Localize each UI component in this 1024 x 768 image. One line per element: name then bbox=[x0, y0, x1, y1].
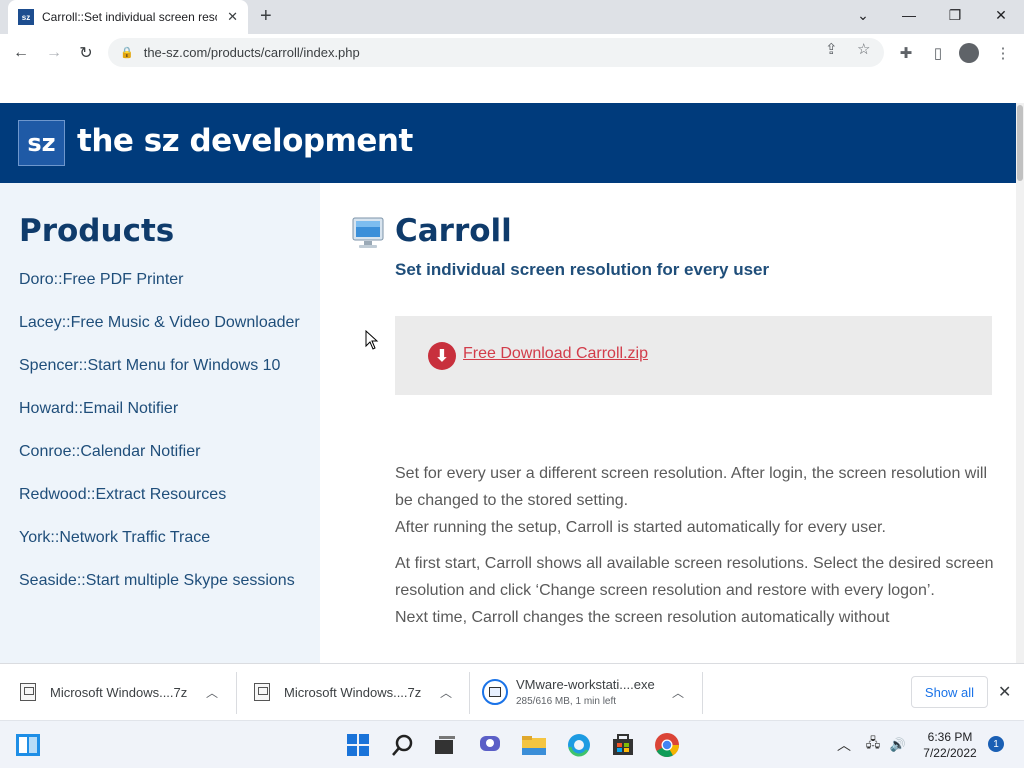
notification-badge[interactable]: 1 bbox=[988, 736, 1004, 752]
task-view-icon[interactable] bbox=[432, 732, 458, 758]
site-favicon-icon: sz bbox=[18, 9, 34, 25]
forward-button[interactable]: → bbox=[43, 42, 65, 64]
product-title: Carroll bbox=[395, 213, 512, 249]
sidebar-heading: Products bbox=[19, 213, 175, 249]
back-button[interactable]: ← bbox=[10, 42, 32, 64]
side-panel-icon[interactable]: ▯ bbox=[927, 42, 949, 64]
product-list: Doro::Free PDF Printer Lacey::Free Music… bbox=[19, 268, 304, 612]
download-progress-icon bbox=[482, 679, 508, 705]
close-tab-icon[interactable]: ✕ bbox=[227, 9, 238, 25]
site-header: sz the sz development bbox=[0, 103, 1016, 183]
products-sidebar: Products Doro::Free PDF Printer Lacey::F… bbox=[0, 183, 320, 663]
browser-tab[interactable]: sz Carroll::Set individual screen reso ✕ bbox=[8, 0, 248, 34]
archive-file-icon bbox=[254, 683, 270, 701]
close-window-button[interactable]: ✕ bbox=[978, 0, 1024, 30]
download-link[interactable]: Free Download Carroll.zip bbox=[463, 345, 648, 363]
reload-button[interactable]: ↻ bbox=[75, 42, 97, 64]
new-tab-button[interactable]: + bbox=[260, 6, 272, 26]
mouse-cursor-icon bbox=[365, 330, 379, 350]
widgets-icon[interactable] bbox=[15, 732, 41, 758]
sidebar-link-howard[interactable]: Howard::Email Notifier bbox=[19, 397, 304, 421]
download-box: ⬇ Free Download Carroll.zip bbox=[395, 316, 992, 395]
product-content: Carroll Set individual screen resolution… bbox=[320, 183, 1016, 663]
browser-toolbar: ← → ↻ 🔒 the-sz.com/products/carroll/inde… bbox=[0, 34, 1024, 72]
download-item[interactable]: VMware-workstati....exe 285/616 MB, 1 mi… bbox=[482, 664, 692, 720]
divider bbox=[702, 672, 703, 714]
restore-button[interactable]: ❐ bbox=[932, 0, 978, 30]
clock-time: 6:36 PM bbox=[927, 730, 973, 744]
minimize-button[interactable]: — bbox=[886, 0, 932, 30]
product-description: Set for every user a different screen re… bbox=[395, 460, 995, 640]
extensions-icon[interactable]: ✚ bbox=[895, 42, 917, 64]
downloads-bar: Microsoft Windows....7z ︿ Microsoft Wind… bbox=[0, 663, 1024, 720]
download-filename: Microsoft Windows....7z bbox=[50, 684, 188, 700]
scrollbar-thumb[interactable] bbox=[1017, 105, 1023, 181]
clock-date: 7/22/2022 bbox=[923, 746, 977, 760]
download-filename: VMware-workstati....exe bbox=[516, 677, 655, 692]
sidebar-link-lacey[interactable]: Lacey::Free Music & Video Downloader bbox=[19, 311, 304, 335]
download-item[interactable]: Microsoft Windows....7z bbox=[254, 664, 464, 720]
download-filename: Microsoft Windows....7z bbox=[284, 684, 422, 700]
tab-strip: sz Carroll::Set individual screen reso ✕… bbox=[0, 0, 1024, 34]
tab-title: Carroll::Set individual screen reso bbox=[42, 10, 217, 24]
sidebar-link-spencer[interactable]: Spencer::Start Menu for Windows 10 bbox=[19, 354, 304, 378]
taskbar-clock[interactable]: 6:36 PM 7/22/2022 bbox=[915, 729, 985, 761]
network-icon[interactable]: 🖧 bbox=[862, 732, 884, 758]
divider bbox=[469, 672, 470, 714]
close-downloads-icon[interactable]: ✕ bbox=[998, 682, 1011, 702]
volume-icon[interactable]: 🔊 bbox=[887, 732, 909, 758]
download-arrow-icon[interactable]: ⬇ bbox=[428, 342, 456, 370]
monitor-icon bbox=[352, 217, 384, 248]
lock-icon[interactable]: 🔒 bbox=[120, 46, 134, 59]
sidebar-link-redwood[interactable]: Redwood::Extract Resources bbox=[19, 483, 304, 507]
archive-file-icon bbox=[20, 683, 36, 701]
description-paragraph: At first start, Carroll shows all availa… bbox=[395, 555, 994, 626]
chevron-up-icon[interactable]: ︿ bbox=[834, 732, 854, 758]
description-paragraph: Set for every user a different screen re… bbox=[395, 465, 988, 536]
edge-browser-icon[interactable] bbox=[566, 732, 592, 758]
divider bbox=[236, 672, 237, 714]
site-logo[interactable]: sz bbox=[18, 120, 65, 166]
download-status: 285/616 MB, 1 min left bbox=[516, 696, 617, 707]
url-text: the-sz.com/products/carroll/index.php bbox=[143, 45, 360, 60]
page-scrollbar[interactable] bbox=[1016, 103, 1024, 663]
sidebar-link-conroe[interactable]: Conroe::Calendar Notifier bbox=[19, 440, 304, 464]
tab-search-icon[interactable]: ⌄ bbox=[840, 0, 886, 30]
profile-avatar-icon[interactable] bbox=[958, 42, 980, 64]
address-bar[interactable]: 🔒 the-sz.com/products/carroll/index.php bbox=[108, 38, 884, 67]
store-icon[interactable] bbox=[610, 732, 636, 758]
bookmark-star-icon[interactable]: ☆ bbox=[857, 40, 870, 58]
web-page: sz the sz development Products Doro::Fre… bbox=[0, 103, 1016, 663]
chat-icon[interactable] bbox=[477, 732, 503, 758]
file-explorer-icon[interactable] bbox=[521, 732, 547, 758]
chevron-up-icon[interactable]: ︿ bbox=[440, 684, 452, 701]
show-all-button[interactable]: Show all bbox=[911, 676, 988, 708]
sidebar-link-seaside[interactable]: Seaside::Start multiple Skype sessions bbox=[19, 569, 304, 593]
share-icon[interactable]: ⇪ bbox=[825, 40, 838, 58]
chevron-up-icon[interactable]: ︿ bbox=[672, 684, 684, 701]
sidebar-link-york[interactable]: York::Network Traffic Trace bbox=[19, 526, 304, 550]
search-icon[interactable] bbox=[390, 732, 416, 758]
chevron-up-icon[interactable]: ︿ bbox=[206, 684, 218, 701]
product-subtitle: Set individual screen resolution for eve… bbox=[395, 260, 770, 279]
start-icon[interactable] bbox=[345, 732, 371, 758]
menu-kebab-icon[interactable]: ⋮ bbox=[992, 42, 1014, 64]
download-item[interactable]: Microsoft Windows....7z bbox=[20, 664, 230, 720]
sidebar-link-doro[interactable]: Doro::Free PDF Printer bbox=[19, 268, 304, 292]
site-title[interactable]: the sz development bbox=[77, 123, 413, 159]
windows-taskbar: ︿ 🖧 🔊 6:36 PM 7/22/2022 1 bbox=[0, 720, 1024, 768]
chrome-icon[interactable] bbox=[654, 732, 680, 758]
